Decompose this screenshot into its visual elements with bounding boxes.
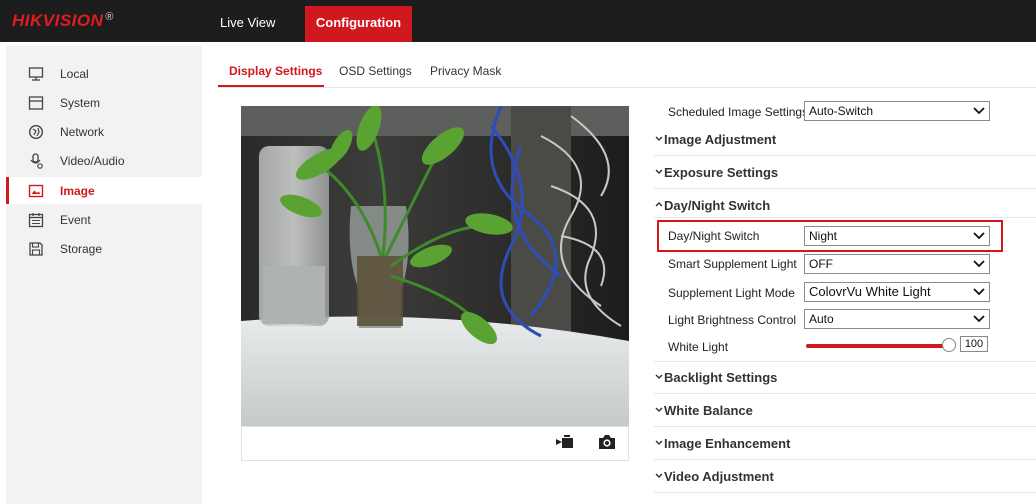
light-brightness-control-label: Light Brightness Control [668, 313, 797, 327]
sidebar-item-label: System [60, 96, 101, 110]
section-title: Video Adjustment [664, 469, 774, 484]
white-light-slider-track[interactable] [806, 344, 950, 348]
sidebar-item-label: Storage [60, 242, 103, 256]
smart-supplement-light-select[interactable]: OFF [804, 254, 990, 274]
section-video-adjustment[interactable]: Video Adjustment [654, 461, 1036, 491]
divider [654, 426, 1036, 427]
camera-scene-image [241, 106, 629, 426]
sidebar: Local System Network Video/Audio Image E… [6, 46, 202, 504]
white-light-value-input[interactable]: 100 [960, 336, 988, 352]
chevron-down-icon [655, 136, 663, 141]
white-light-label: White Light [668, 340, 729, 354]
calendar-icon [28, 213, 44, 228]
divider [654, 393, 1036, 394]
nav-tab-configuration[interactable]: Configuration [305, 6, 412, 42]
section-day-night-switch[interactable]: Day/Night Switch [654, 190, 1036, 220]
sidebar-item-system[interactable]: System [6, 89, 202, 116]
chevron-down-icon [655, 374, 663, 379]
divider [654, 155, 1036, 156]
sidebar-item-network[interactable]: Network [6, 118, 202, 145]
sidebar-item-event[interactable]: Event [6, 206, 202, 233]
section-image-adjustment[interactable]: Image Adjustment [654, 124, 1036, 154]
chevron-up-icon [655, 202, 663, 207]
sidebar-item-local[interactable]: Local [6, 60, 202, 87]
tab-osd-settings[interactable]: OSD Settings [339, 64, 412, 78]
image-icon [28, 184, 44, 198]
tab-privacy-mask[interactable]: Privacy Mask [430, 64, 501, 78]
section-title: Exposure Settings [664, 165, 779, 180]
sidebar-item-storage[interactable]: Storage [6, 235, 202, 262]
chevron-down-icon [655, 473, 663, 478]
sidebar-item-label: Local [60, 67, 89, 81]
camera-capture-icon[interactable] [598, 434, 616, 450]
network-globe-icon [28, 124, 44, 140]
scheduled-image-settings-select[interactable]: Auto-Switch [804, 101, 990, 121]
section-title: White Balance [664, 403, 753, 418]
smart-supplement-light-label: Smart Supplement Light [668, 257, 797, 271]
chevron-down-icon [655, 169, 663, 174]
sidebar-item-label: Network [60, 125, 105, 139]
brand-logo: HIKVISION ® [12, 11, 115, 30]
section-title: Image Enhancement [664, 436, 791, 451]
chevron-down-icon [973, 260, 985, 268]
divider [654, 492, 1036, 493]
sidebar-item-label: Video/Audio [60, 154, 125, 168]
system-icon [28, 96, 44, 110]
divider [654, 217, 1036, 218]
supplement-light-mode-label: Supplement Light Mode [668, 286, 795, 300]
section-title: Backlight Settings [664, 370, 778, 385]
select-value: ColovrVu White Light [809, 284, 931, 299]
highlight-annotation-box [657, 220, 1003, 252]
record-video-icon[interactable] [556, 434, 574, 450]
section-title: Image Adjustment [664, 132, 777, 147]
select-value: Auto [809, 312, 834, 326]
divider [654, 459, 1036, 460]
save-disk-icon [29, 242, 43, 256]
video-toolbar [241, 426, 629, 461]
sidebar-item-image[interactable]: Image [6, 177, 202, 204]
light-brightness-control-select[interactable]: Auto [804, 309, 990, 329]
section-white-balance[interactable]: White Balance [654, 395, 1036, 425]
tab-divider [218, 87, 1036, 88]
top-navigation-bar: HIKVISION ® Live View Configuration [0, 0, 1036, 42]
sidebar-item-video-audio[interactable]: Video/Audio [6, 147, 202, 174]
tab-display-settings[interactable]: Display Settings [229, 64, 322, 78]
chevron-down-icon [973, 107, 985, 115]
divider [654, 188, 1036, 189]
chevron-down-icon [655, 440, 663, 445]
chevron-down-icon [973, 315, 985, 323]
monitor-icon [28, 67, 44, 81]
section-backlight-settings[interactable]: Backlight Settings [654, 362, 1036, 392]
section-image-enhancement[interactable]: Image Enhancement [654, 428, 1036, 458]
microphone-icon [30, 153, 43, 169]
section-exposure-settings[interactable]: Exposure Settings [654, 157, 1036, 187]
live-video-preview[interactable] [241, 106, 629, 426]
supplement-light-mode-select[interactable]: ColovrVu White Light [804, 282, 990, 302]
sidebar-item-label: Event [60, 213, 91, 227]
sidebar-item-label: Image [60, 184, 95, 198]
section-title: Day/Night Switch [664, 198, 771, 213]
chevron-down-icon [973, 288, 985, 296]
chevron-down-icon [655, 407, 663, 412]
scheduled-image-settings-label: Scheduled Image Settings [668, 105, 809, 119]
nav-tab-live-view[interactable]: Live View [220, 6, 275, 42]
select-value: Auto-Switch [809, 104, 874, 118]
select-value: OFF [809, 257, 833, 271]
white-light-slider-handle[interactable] [942, 338, 956, 352]
